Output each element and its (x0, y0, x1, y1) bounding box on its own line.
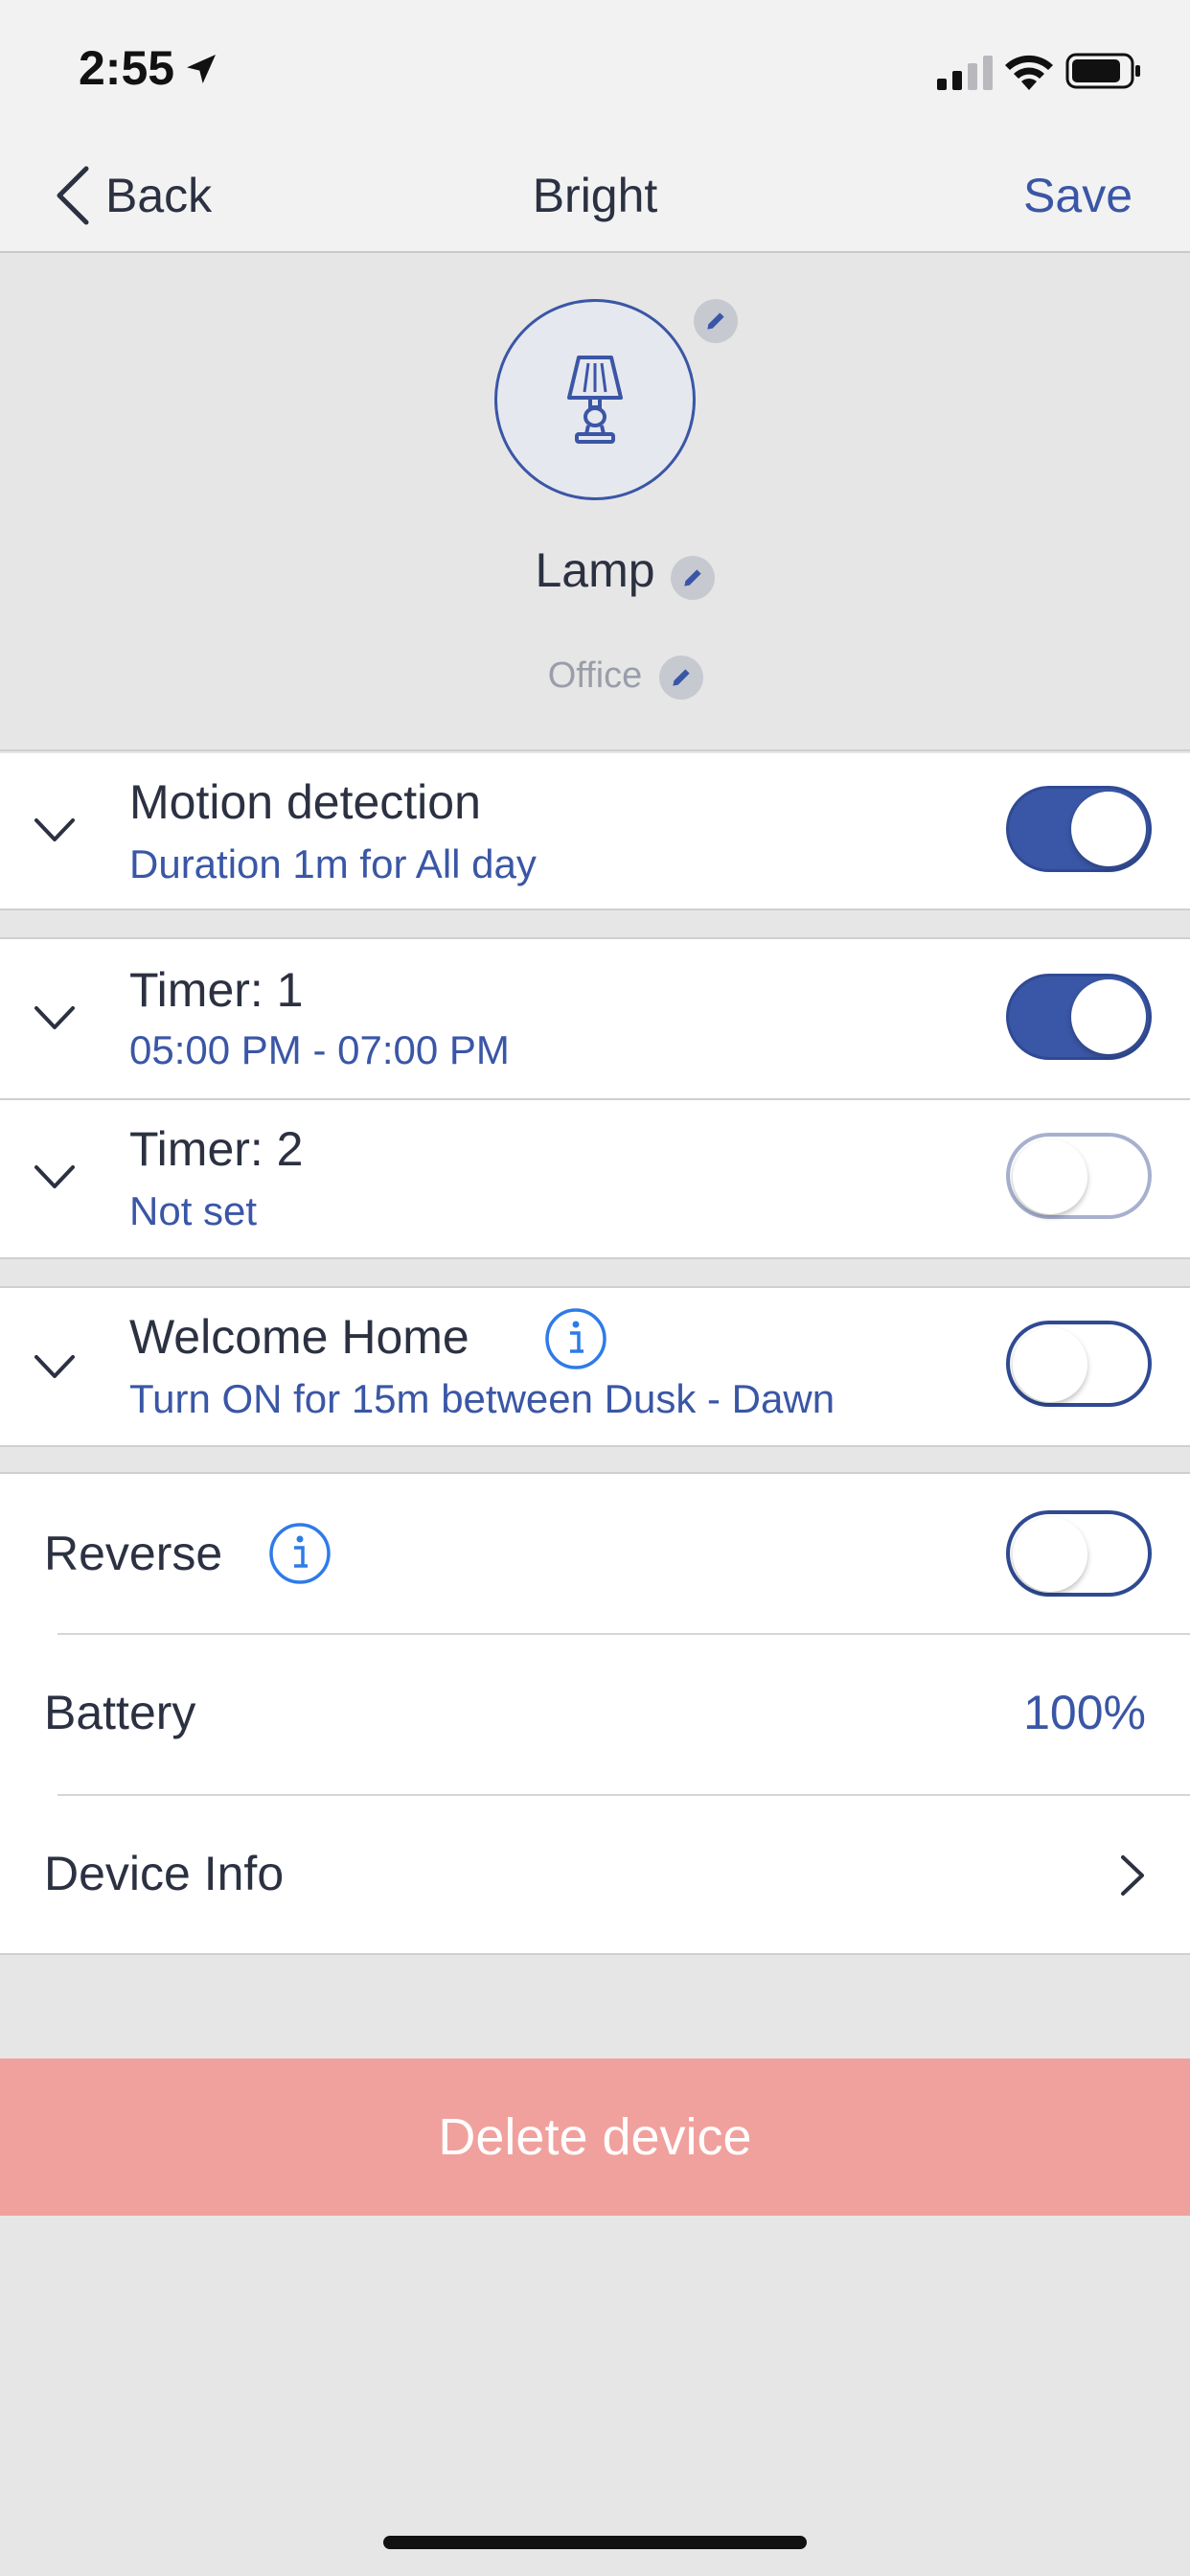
motion-detection-toggle[interactable] (1006, 786, 1152, 872)
schedule-subtitle: Not set (129, 1188, 258, 1233)
schedule-title: Timer: 2 (129, 1122, 304, 1176)
schedule-motion-detection[interactable]: Motion detection Duration 1m for All day (0, 753, 1190, 910)
device-name: Lamp (535, 543, 655, 597)
battery-label: Battery (44, 1686, 196, 1739)
schedule-timer-1[interactable]: Timer: 1 05:00 PM - 07:00 PM (0, 939, 1190, 1098)
wifi-icon (1005, 55, 1053, 90)
nav-bar: Back Bright Save (0, 142, 1190, 253)
schedule-subtitle: 05:00 PM - 07:00 PM (129, 1027, 510, 1072)
page-title: Bright (532, 169, 658, 222)
info-icon[interactable] (544, 1307, 607, 1370)
status-bar: 2:55 (0, 0, 1190, 142)
reverse-label: Reverse (44, 1527, 223, 1580)
device-icon-button[interactable] (494, 299, 696, 500)
edit-icon-button[interactable] (694, 299, 738, 343)
toggle-knob (1013, 1139, 1087, 1214)
chevron-down-icon[interactable] (33, 816, 77, 843)
save-button[interactable]: Save (1023, 161, 1133, 230)
timer-1-toggle[interactable] (1006, 974, 1152, 1060)
home-indicator[interactable] (383, 2536, 807, 2549)
schedule-timer-2[interactable]: Timer: 2 Not set (0, 1100, 1190, 1259)
edit-room-button[interactable] (659, 656, 703, 700)
timer-2-toggle[interactable] (1006, 1133, 1152, 1219)
info-icon[interactable] (268, 1522, 332, 1585)
pencil-icon (684, 569, 701, 586)
toggle-knob (1013, 1517, 1087, 1592)
timers-group: Timer: 1 05:00 PM - 07:00 PM Timer: 2 No… (0, 937, 1190, 1259)
reverse-row: Reverse (0, 1474, 1190, 1633)
schedule-title: Welcome Home (129, 1310, 469, 1364)
schedule-subtitle: Duration 1m for All day (129, 841, 537, 886)
schedule-title: Timer: 1 (129, 963, 304, 1017)
schedule-subtitle: Turn ON for 15m between Dusk - Dawn (129, 1376, 835, 1421)
location-arrow-icon (187, 55, 216, 83)
chevron-down-icon[interactable] (33, 1004, 77, 1031)
chevron-right-icon (1121, 1855, 1144, 1896)
settings-group: Reverse Battery 100% Device Info (0, 1472, 1190, 1955)
chevron-down-icon[interactable] (33, 1163, 77, 1190)
device-info-row[interactable]: Device Info (0, 1796, 1190, 1955)
lamp-icon (567, 356, 623, 444)
battery-icon (1065, 53, 1140, 89)
toggle-knob (1013, 1327, 1087, 1402)
pencil-icon (673, 669, 690, 686)
battery-row: Battery 100% (0, 1635, 1190, 1794)
signal-icon (937, 56, 993, 90)
toggle-knob (1071, 792, 1146, 866)
device-room: Office (547, 656, 643, 696)
battery-value: 100% (1023, 1686, 1146, 1739)
chevron-down-icon[interactable] (33, 1353, 77, 1380)
reverse-toggle[interactable] (1006, 1510, 1152, 1597)
toggle-knob (1071, 979, 1146, 1054)
delete-device-button[interactable]: Delete device (0, 2058, 1190, 2216)
device-header: Lamp Office (0, 253, 1190, 751)
welcome-home-toggle[interactable] (1006, 1321, 1152, 1407)
edit-name-button[interactable] (671, 556, 715, 600)
schedule-title: Motion detection (129, 775, 481, 829)
status-time: 2:55 (79, 41, 175, 95)
device-info-label: Device Info (44, 1847, 285, 1900)
pencil-icon (707, 312, 724, 330)
schedule-welcome-home[interactable]: Welcome Home Turn ON for 15m between Dus… (0, 1286, 1190, 1447)
